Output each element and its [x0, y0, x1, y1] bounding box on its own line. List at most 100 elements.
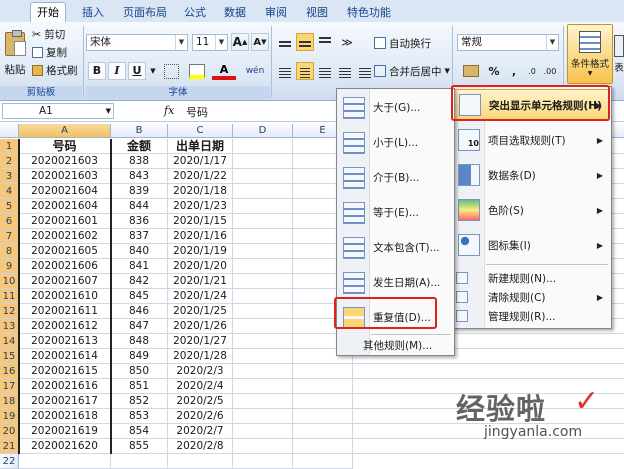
table-cell[interactable]: 2020/2/5 — [168, 394, 233, 409]
table-cell[interactable]: 845 — [111, 289, 168, 304]
empty-cell[interactable] — [233, 409, 293, 424]
empty-cell[interactable] — [111, 454, 168, 469]
column-header[interactable]: D — [233, 124, 293, 138]
bold-button[interactable]: B — [88, 62, 106, 80]
empty-cell[interactable] — [233, 199, 293, 214]
empty-cell[interactable] — [233, 229, 293, 244]
column-header[interactable]: B — [111, 124, 168, 138]
table-cell[interactable]: 2020/2/3 — [168, 364, 233, 379]
column-header[interactable]: C — [168, 124, 233, 138]
table-header-cell[interactable]: 号码 — [19, 139, 111, 154]
empty-cell[interactable] — [233, 454, 293, 469]
table-cell[interactable]: 2020021619 — [19, 424, 111, 439]
paste-button[interactable]: 粘贴 — [2, 26, 28, 82]
row-header[interactable]: 5 — [0, 199, 19, 214]
phonetic-button[interactable]: wén — [242, 62, 268, 80]
table-cell[interactable]: 2020/1/26 — [168, 319, 233, 334]
table-cell[interactable]: 2020021604 — [19, 199, 111, 214]
table-cell[interactable]: 2020021614 — [19, 349, 111, 364]
chevron-down-icon[interactable]: ▼ — [215, 35, 227, 50]
column-header[interactable]: A — [19, 124, 111, 138]
empty-cell[interactable] — [233, 244, 293, 259]
align-top-icon[interactable] — [276, 33, 294, 51]
borders-icon[interactable] — [160, 62, 182, 80]
row-header[interactable]: 10 — [0, 274, 19, 289]
table-cell[interactable]: 853 — [111, 409, 168, 424]
table-cell[interactable]: 850 — [111, 364, 168, 379]
row-header[interactable]: 12 — [0, 304, 19, 319]
empty-cell[interactable] — [233, 334, 293, 349]
table-cell[interactable]: 854 — [111, 424, 168, 439]
table-cell[interactable]: 2020021606 — [19, 259, 111, 274]
row-header[interactable]: 19 — [0, 409, 19, 424]
row-header[interactable]: 16 — [0, 364, 19, 379]
table-cell[interactable]: 841 — [111, 259, 168, 274]
table-cell[interactable]: 2020/1/15 — [168, 214, 233, 229]
align-left-icon[interactable] — [276, 62, 294, 80]
menu-item-date-occurring[interactable]: 发生日期(A)... — [337, 266, 452, 299]
table-cell[interactable]: 2020021618 — [19, 409, 111, 424]
row-header[interactable]: 15 — [0, 349, 19, 364]
chevron-down-icon[interactable]: ▼ — [546, 35, 558, 50]
table-cell[interactable]: 2020/1/24 — [168, 289, 233, 304]
table-cell[interactable]: 2020021612 — [19, 319, 111, 334]
empty-cell[interactable] — [233, 184, 293, 199]
format-as-table-button[interactable]: 表 — [614, 24, 624, 84]
menu-item-text-contains[interactable]: 文本包含(T)... — [337, 231, 452, 264]
tab-review[interactable]: 审阅 — [259, 3, 293, 22]
chevron-down-icon[interactable]: ▼ — [148, 64, 158, 78]
chevron-down-icon[interactable]: ▼ — [175, 35, 187, 50]
table-cell[interactable]: 844 — [111, 199, 168, 214]
table-cell[interactable]: 852 — [111, 394, 168, 409]
table-cell[interactable]: 2020/1/22 — [168, 169, 233, 184]
empty-cell[interactable] — [293, 364, 353, 379]
table-cell[interactable]: 2020/1/19 — [168, 244, 233, 259]
table-cell[interactable]: 2020/1/21 — [168, 274, 233, 289]
empty-cell[interactable] — [233, 289, 293, 304]
name-box[interactable]: A1 ▼ — [2, 103, 114, 119]
table-cell[interactable]: 837 — [111, 229, 168, 244]
empty-cell[interactable] — [293, 454, 353, 469]
chevron-down-icon[interactable]: ▼ — [445, 67, 450, 75]
merge-center-button[interactable]: 合并后居中 ▼ — [374, 62, 450, 80]
table-cell[interactable]: 2020/1/28 — [168, 349, 233, 364]
empty-cell[interactable] — [233, 424, 293, 439]
table-cell[interactable]: 2020/1/25 — [168, 304, 233, 319]
table-cell[interactable]: 2020/1/27 — [168, 334, 233, 349]
decrease-indent-icon[interactable] — [336, 62, 354, 80]
align-bottom-icon[interactable] — [316, 33, 334, 51]
percent-button[interactable]: % — [486, 62, 502, 80]
table-cell[interactable]: 839 — [111, 184, 168, 199]
menu-item-equal-to[interactable]: 等于(E)... — [337, 196, 452, 229]
row-header[interactable]: 7 — [0, 229, 19, 244]
menu-item-new-rule[interactable]: 新建规则(N)... — [452, 269, 609, 287]
menu-item-top-ten[interactable]: 10 项目选取规则(T) ▶ — [452, 124, 609, 156]
tab-insert[interactable]: 插入 — [76, 3, 110, 22]
row-header[interactable]: 17 — [0, 379, 19, 394]
table-cell[interactable]: 848 — [111, 334, 168, 349]
tab-page-layout[interactable]: 页面布局 — [117, 3, 173, 22]
row-header[interactable]: 3 — [0, 169, 19, 184]
font-color-button[interactable]: A — [212, 62, 236, 80]
row-header[interactable]: 18 — [0, 394, 19, 409]
increase-decimal-icon[interactable]: .0 — [524, 62, 540, 80]
empty-cell[interactable] — [293, 394, 353, 409]
underline-button[interactable]: U — [128, 62, 146, 80]
cut-button[interactable]: ✂ 剪切 — [32, 25, 65, 43]
empty-cell[interactable] — [293, 439, 353, 454]
font-name-combo[interactable]: 宋体 ▼ — [86, 34, 188, 51]
table-cell[interactable]: 2020/1/20 — [168, 259, 233, 274]
menu-item-less-than[interactable]: 小于(L)... — [337, 126, 452, 159]
conditional-formatting-button[interactable]: 条件格式 ▼ — [567, 24, 613, 84]
empty-cell[interactable] — [233, 304, 293, 319]
table-cell[interactable]: 2020021616 — [19, 379, 111, 394]
table-cell[interactable]: 2020/2/8 — [168, 439, 233, 454]
table-cell[interactable]: 2020021613 — [19, 334, 111, 349]
comma-button[interactable]: , — [506, 62, 522, 80]
table-cell[interactable]: 840 — [111, 244, 168, 259]
menu-item-more-rules[interactable]: 其他规则(M)... — [337, 336, 452, 354]
empty-cell[interactable] — [168, 454, 233, 469]
table-cell[interactable]: 2020/1/18 — [168, 184, 233, 199]
table-cell[interactable]: 855 — [111, 439, 168, 454]
number-format-combo[interactable]: 常规 ▼ — [457, 34, 559, 51]
